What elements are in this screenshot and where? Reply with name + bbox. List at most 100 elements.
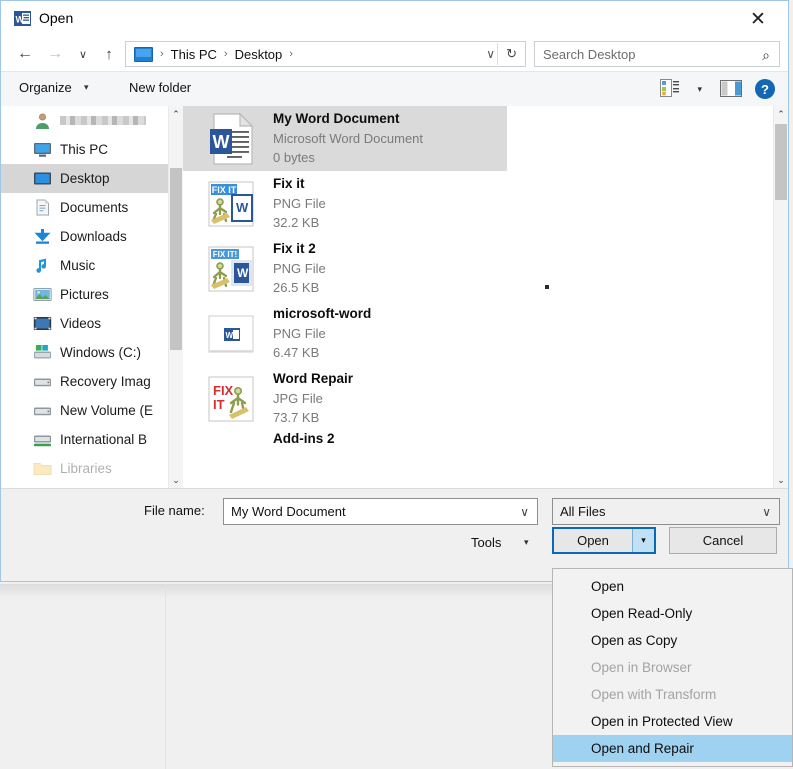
file-type: JPG File [273,391,323,407]
svg-text:W: W [16,15,25,25]
backdrop-divider [165,584,166,769]
file-list-item[interactable]: FIX IT! W Fix it 2 PNG File 26.5 KB [183,236,773,301]
scrollbar-thumb[interactable] [170,168,182,350]
preview-pane-icon[interactable] [720,80,742,97]
scroll-down-icon[interactable]: ⌄ [169,472,183,488]
folder-icon [33,460,52,477]
network-drive-icon [33,431,52,448]
chevron-down-icon[interactable]: ▾ [84,82,89,93]
recent-locations-icon[interactable]: ∨ [71,42,95,66]
desktop-icon [33,170,52,187]
svg-text:W: W [213,132,230,152]
file-type: Microsoft Word Document [273,131,424,147]
search-placeholder: Search Desktop [543,46,636,62]
breadcrumb-this-pc[interactable]: This PC [171,47,217,62]
sidebar-item-recovery-imag[interactable]: Recovery Imag [1,367,169,396]
microsoft-word-icon: W [205,306,261,362]
new-folder-button[interactable]: New folder [129,80,191,95]
refresh-icon[interactable]: ↻ [506,46,517,62]
word-repair-icon: FIX IT [205,371,261,427]
file-name: Fix it [273,176,305,192]
file-name: Fix it 2 [273,241,316,257]
sidebar-item-label: Documents [60,200,129,215]
file-type-select[interactable]: All Files ∨ [552,498,780,525]
help-icon[interactable]: ? [755,79,775,99]
sidebar-item-international-b[interactable]: International B [1,425,169,454]
sidebar-item-desktop[interactable]: Desktop [1,164,169,193]
sidebar-item-videos[interactable]: Videos [1,309,169,338]
address-bar[interactable]: › This PC › Desktop › ∨ ↻ [125,41,526,67]
scroll-up-icon[interactable]: ⌃ [774,106,788,122]
chevron-down-icon[interactable]: ∨ [762,505,771,519]
menu-item-open-as-copy[interactable]: Open as Copy [553,627,792,654]
folder-tree: This PC Desktop Documents Downloads Music Pic… [1,106,169,483]
file-item-text: microsoft-word PNG File 6.47 KB [273,304,371,362]
sidebar-item-label: International B [60,432,148,447]
menu-item-open[interactable]: Open [553,573,792,600]
chevron-down-icon[interactable]: ▾ [697,84,702,95]
fixit2-word-icon: FIX IT! W [205,241,261,297]
file-item-text: My Word Document Microsoft Word Document 0… [273,109,423,167]
breadcrumb-separator-0: › [160,48,164,60]
organize-button[interactable]: Organize [19,80,72,95]
file-name-label: File name: [144,503,205,518]
sidebar-item-label: Windows (C:) [60,345,142,360]
open-split-dropdown-icon[interactable]: ▾ [632,529,654,552]
file-name: Word Repair [273,371,354,387]
svg-text:IT: IT [213,397,225,412]
sidebar-item-label: Libraries [60,461,112,476]
cancel-button[interactable]: Cancel [669,527,777,554]
sidebar-item-label: Downloads [60,229,127,244]
breadcrumb-desktop[interactable]: Desktop [235,47,283,62]
sidebar-item-new-volume-e[interactable]: New Volume (E [1,396,169,425]
sidebar-item-this-pc[interactable]: This PC [1,135,169,164]
file-size: 73.7 KB [273,410,320,426]
up-icon[interactable]: ↑ [97,42,121,66]
scroll-up-icon[interactable]: ⌃ [169,106,183,122]
sidebar-item-downloads[interactable]: Downloads [1,222,169,251]
navigation-bar: ← → ∨ ↑ › This PC › Desktop › ∨ ↻ Search… [1,37,788,71]
cursor-dot [545,285,549,289]
chevron-down-icon[interactable]: ▾ [524,537,529,548]
file-list-scrollbar[interactable]: ⌃ ⌄ [773,106,788,488]
file-list[interactable]: W My Word Document Microsoft Word Document… [183,106,773,488]
menu-item-open-read-only[interactable]: Open Read-Only [553,600,792,627]
file-list-item-partial[interactable]: Add-ins 2 [183,431,773,455]
user-account-icon [33,112,52,129]
back-icon[interactable]: ← [13,42,37,66]
sidebar-item-user-account[interactable] [1,106,169,135]
view-options-icon[interactable] [660,79,679,98]
search-input[interactable]: Search Desktop ⌕ [534,41,780,67]
file-name-input[interactable]: My Word Document ∨ [223,498,538,525]
search-icon: ⌕ [762,47,770,63]
open-button[interactable]: Open ▾ [552,527,656,554]
chevron-down-icon[interactable]: ∨ [520,505,529,519]
file-list-item[interactable]: Wmicrosoft-word PNG File 6.47 KB [183,301,773,366]
videos-icon [33,315,52,332]
file-item-text: Fix it 2 PNG File 26.5 KB [273,239,326,297]
sidebar-item-windows-c[interactable]: Windows (C:) [1,338,169,367]
file-list-item[interactable]: FIX IT Word Repair JPG File 73.7 KB [183,366,773,431]
sidebar-item-documents[interactable]: Documents [1,193,169,222]
file-name-value: My Word Document [231,504,346,519]
file-list-item[interactable]: W My Word Document Microsoft Word Document… [183,106,507,171]
open-file-dialog: W Open ✕ ← → ∨ ↑ › This PC › Desktop › ∨… [0,0,789,582]
window-title: Open [39,10,74,26]
menu-item-open-in-protected-view[interactable]: Open in Protected View [553,708,792,735]
fixit-word-icon: FIX IT W [205,176,261,232]
file-list-item[interactable]: FIX IT W Fix it PNG File 32.2 KB [183,171,773,236]
sidebar-item-label: Videos [60,316,102,331]
sidebar-item-music[interactable]: Music [1,251,169,280]
sidebar-item-pictures[interactable]: Pictures [1,280,169,309]
tools-button[interactable]: Tools [471,535,501,550]
chevron-down-icon[interactable]: ∨ [486,47,495,61]
close-button[interactable]: ✕ [736,4,780,34]
sidebar-item-libraries[interactable]: Libraries [1,454,169,483]
breadcrumb-separator-2: › [289,48,293,60]
scroll-down-icon[interactable]: ⌄ [774,472,788,488]
sidebar-item-label: Music [60,258,96,273]
scrollbar-thumb[interactable] [775,124,787,200]
forward-icon[interactable]: → [43,42,67,66]
navigation-pane-scrollbar[interactable]: ⌃ ⌄ [168,106,183,488]
menu-item-open-and-repair[interactable]: Open and Repair [553,735,792,762]
